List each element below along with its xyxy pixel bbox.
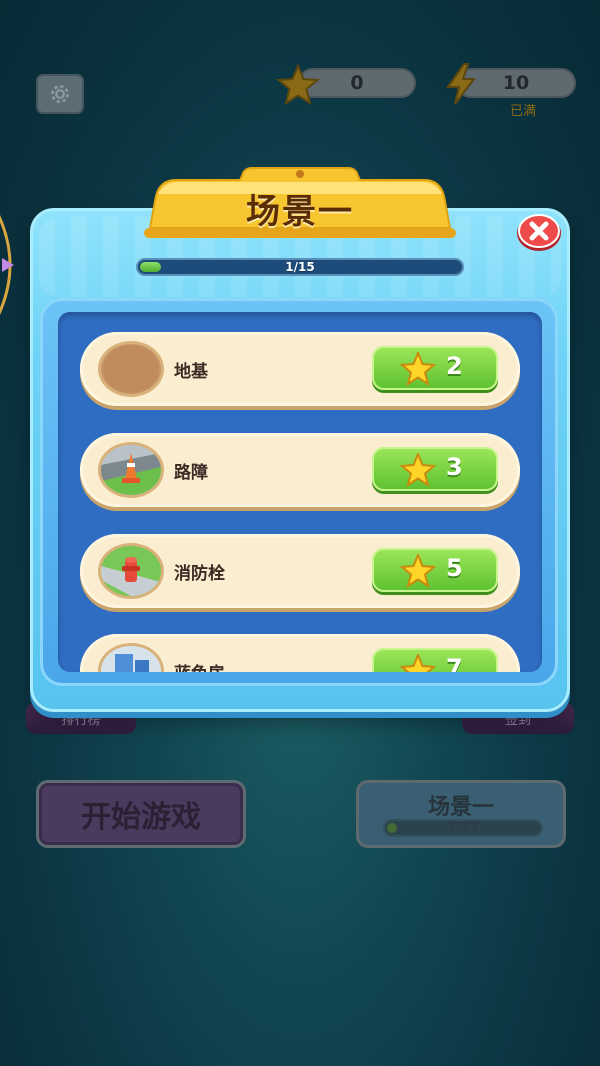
scene-progress-text: 1/15	[285, 260, 315, 274]
star-icon	[400, 654, 436, 672]
buy-button[interactable]: 2	[372, 346, 498, 390]
bolt-icon	[446, 63, 477, 105]
settings-button[interactable]	[36, 74, 84, 114]
scene-progress-text: 1/15	[447, 820, 479, 835]
item-cost: 3	[446, 453, 463, 481]
modal-title: 场景一	[246, 192, 354, 232]
scene-select-button[interactable]: 场景一 1/15	[356, 780, 566, 848]
scene-progress: 1/15	[136, 258, 464, 276]
roadblock-icon	[98, 442, 164, 498]
close-button[interactable]	[516, 212, 562, 252]
blue-house-icon	[98, 643, 164, 672]
energy-value: 10	[502, 72, 530, 94]
list-item[interactable]: 地基 2	[80, 332, 520, 406]
star-icon	[400, 352, 436, 386]
star-icon	[276, 64, 320, 106]
item-cost: 5	[446, 554, 463, 582]
start-game-button[interactable]: 开始游戏	[36, 780, 246, 848]
scene-progress-bar: 1/15	[383, 819, 543, 837]
item-name: 地基	[174, 362, 208, 382]
star-icon	[400, 453, 436, 487]
buy-button[interactable]: 3	[372, 447, 498, 491]
item-name: 消防栓	[174, 564, 225, 584]
scene-title: 场景一	[427, 795, 494, 820]
stars-value: 0	[350, 72, 364, 94]
list-item[interactable]: 蓝色房 7	[80, 634, 520, 672]
item-cost: 7	[446, 654, 463, 672]
hydrant-icon	[98, 543, 164, 599]
side-arrow-icon[interactable]	[0, 210, 30, 320]
star-icon	[400, 554, 436, 588]
buy-button[interactable]: 5	[372, 548, 498, 592]
energy-status: 已满	[509, 104, 536, 119]
foundation-icon	[98, 341, 164, 397]
list-item[interactable]: 消防栓 5	[80, 534, 520, 608]
buy-button[interactable]: 7	[372, 648, 498, 672]
item-name: 蓝色房	[174, 659, 225, 672]
item-list[interactable]: 地基 2 路障 3 消防栓 5 7	[58, 312, 542, 672]
item-cost: 2	[446, 352, 463, 380]
gear-icon	[51, 85, 69, 103]
start-game-label: 开始游戏	[81, 800, 201, 835]
item-name: 路障	[174, 463, 208, 483]
list-item[interactable]: 路障 3	[80, 433, 520, 507]
